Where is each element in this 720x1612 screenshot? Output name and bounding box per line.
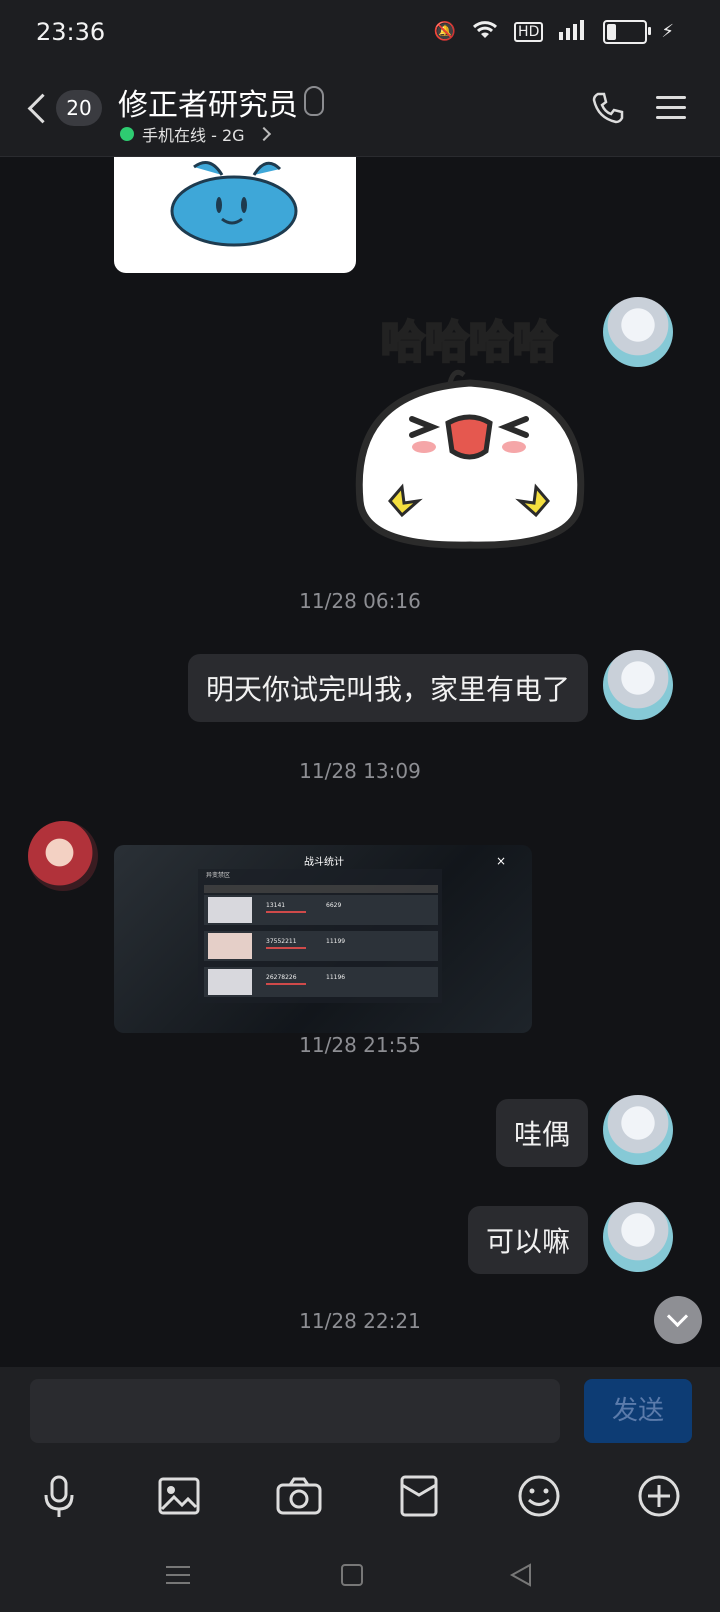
sent-message-bubble[interactable]: 可以嘛 (467, 1206, 588, 1274)
avatar-me[interactable] (603, 1095, 673, 1165)
svg-text:×: × (496, 854, 506, 868)
image-icon[interactable] (154, 1471, 204, 1521)
chat-area[interactable]: 哈哈哈哈 11/28 06:16 明天你试完叫我，家里有电了 11/28 13:… (0, 157, 720, 1367)
battery-icon (603, 19, 652, 44)
chat-title[interactable]: 修正者研究员 (118, 80, 298, 124)
avatar-me[interactable] (603, 650, 673, 720)
back-button[interactable] (22, 82, 52, 134)
emoji-icon[interactable] (514, 1471, 564, 1521)
timestamp: 11/28 22:21 (299, 1309, 421, 1333)
chat-header: 20 修正者研究员 手机在线 - 2G (0, 64, 720, 157)
timestamp: 11/28 13:09 (299, 759, 421, 783)
online-dot-icon (120, 127, 134, 141)
status-time: 23:36 (36, 18, 106, 46)
red-packet-icon[interactable] (394, 1471, 444, 1521)
hd-icon: HD (514, 21, 544, 42)
image-title: 战斗统计 (304, 855, 344, 868)
mute-icon: 🔕 (433, 21, 457, 42)
menu-icon[interactable] (656, 96, 686, 120)
sent-message-bubble[interactable]: 哇偶 (495, 1099, 588, 1167)
microphone-icon[interactable] (34, 1471, 84, 1521)
status-bar: 23:36 🔕 HD ⚡ (0, 0, 720, 64)
svg-text:11199: 11199 (326, 938, 345, 945)
recent-apps-icon[interactable] (164, 1561, 192, 1589)
system-nav-bar (0, 1537, 720, 1612)
home-icon[interactable] (338, 1561, 366, 1589)
svg-text:11196: 11196 (326, 974, 345, 981)
status-icons: 🔕 HD ⚡ (434, 18, 674, 45)
avatar-me[interactable] (603, 297, 673, 367)
charging-icon: ⚡ (661, 21, 674, 42)
svg-text:6629: 6629 (326, 902, 341, 909)
svg-text:13141: 13141 (266, 902, 285, 909)
chevron-right-icon (256, 126, 271, 142)
signal-icon (557, 18, 589, 45)
back-nav-icon[interactable] (508, 1561, 536, 1589)
input-toolbar (0, 1459, 720, 1537)
ear-icon (304, 86, 324, 116)
message-input[interactable] (30, 1379, 560, 1443)
timestamp: 11/28 06:16 (299, 589, 421, 613)
image-area: 异变禁区 (206, 871, 230, 879)
send-button[interactable]: 发送 (584, 1379, 692, 1443)
camera-icon[interactable] (274, 1471, 324, 1521)
avatar-contact[interactable] (28, 821, 98, 891)
online-status-text: 手机在线 - 2G (142, 126, 245, 145)
timestamp: 11/28 21:55 (299, 1033, 421, 1057)
online-status[interactable]: 手机在线 - 2G (120, 122, 271, 146)
received-image-battle-stats[interactable]: 战斗统计 异变禁区 × 13141 6629 37552211 11199 26… (114, 845, 532, 1033)
phone-call-icon[interactable] (590, 90, 626, 126)
scroll-to-bottom-button[interactable] (654, 1296, 702, 1344)
sent-message-bubble[interactable]: 明天你试完叫我，家里有电了 (187, 654, 588, 722)
wifi-icon (470, 18, 500, 45)
svg-text:26278226: 26278226 (266, 974, 297, 981)
sent-sticker-haha[interactable]: 哈哈哈哈 (340, 311, 598, 561)
haha-sticker-text: 哈哈哈哈 (381, 317, 557, 368)
plus-icon[interactable] (634, 1471, 684, 1521)
input-bar: 发送 (0, 1367, 720, 1459)
unread-count-badge[interactable]: 20 (56, 90, 102, 126)
svg-text:37552211: 37552211 (266, 938, 297, 945)
received-sticker-cat[interactable] (114, 157, 356, 273)
avatar-me[interactable] (603, 1202, 673, 1272)
